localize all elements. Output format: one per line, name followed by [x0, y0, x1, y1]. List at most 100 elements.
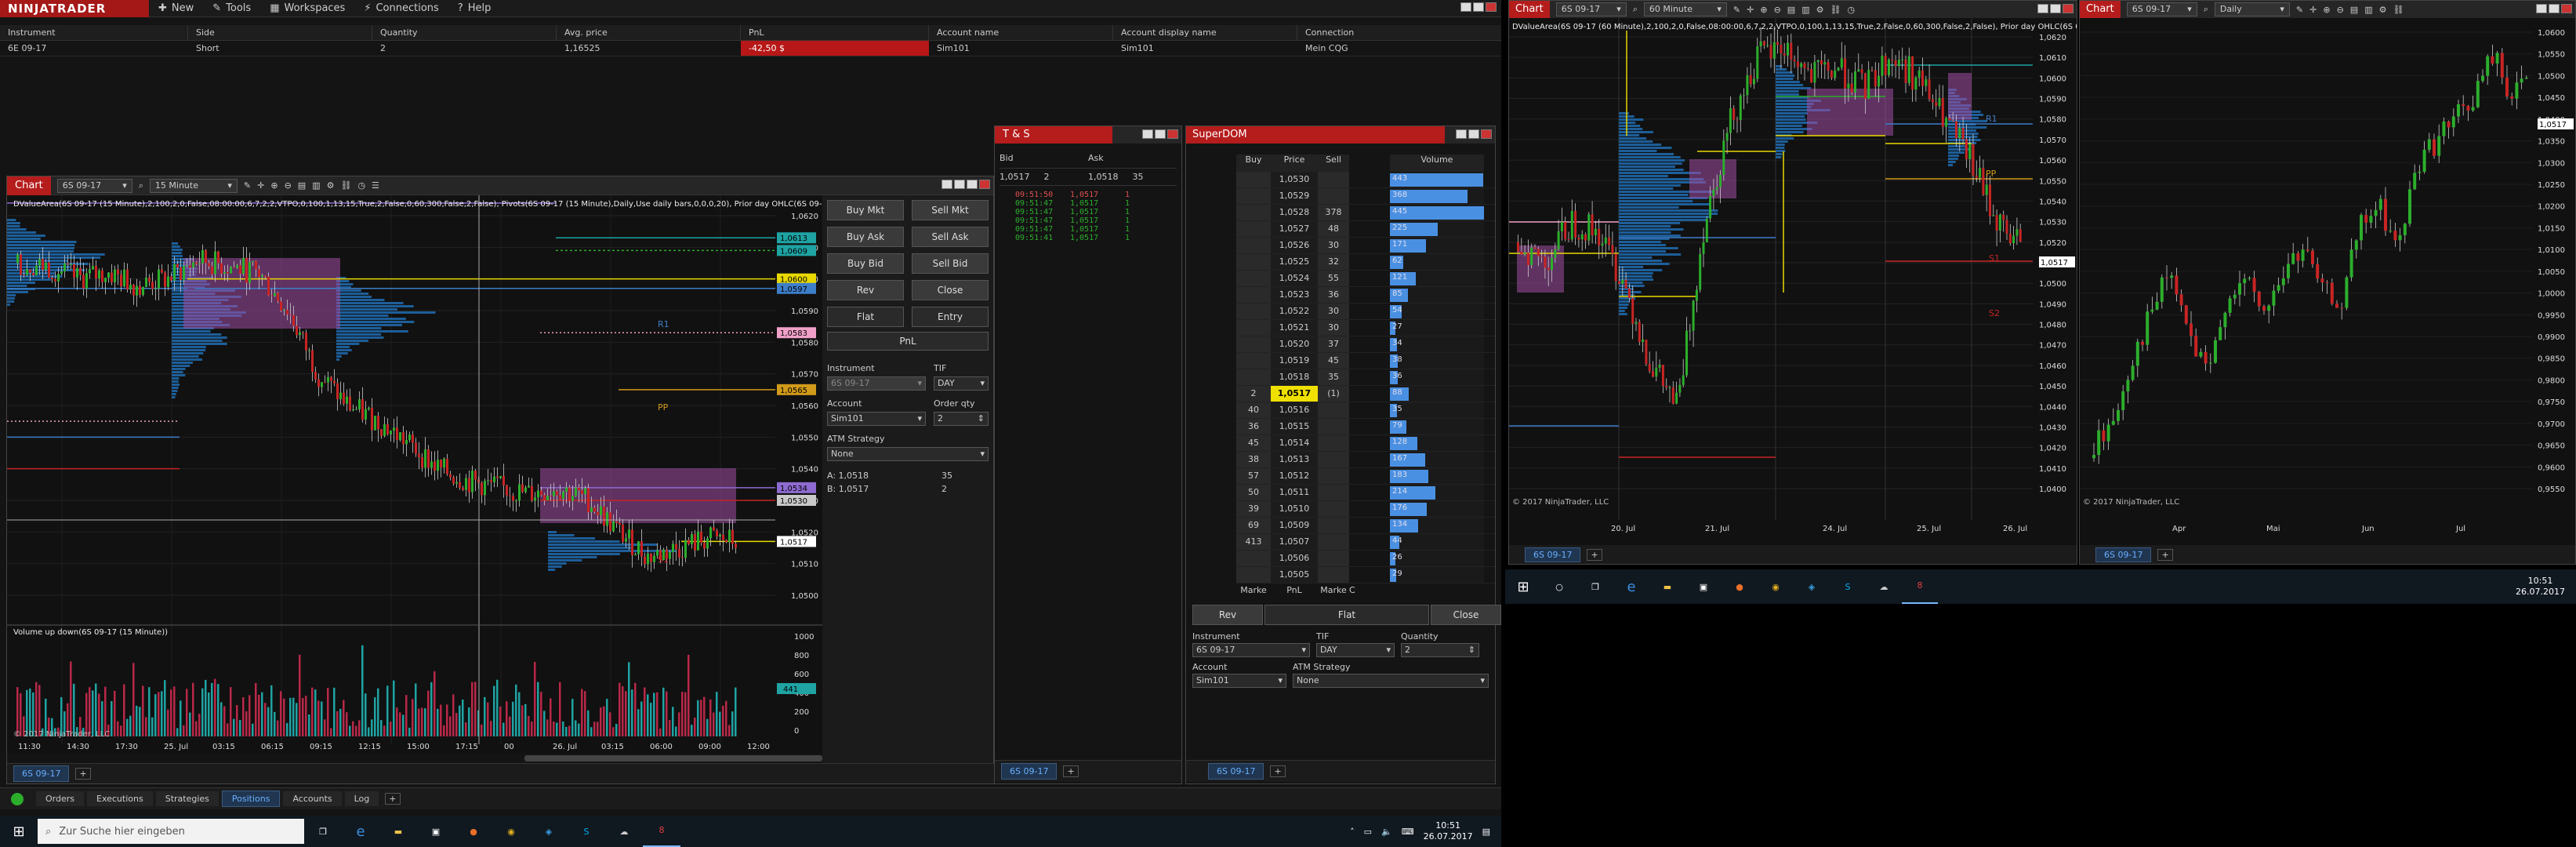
buy-market-button[interactable]: Buy Mkt	[827, 200, 904, 220]
minimize-icon[interactable]	[942, 180, 952, 189]
search-icon[interactable]: ⌕	[139, 180, 143, 191]
dom-row[interactable]: 69 1,0509 134	[1236, 518, 1495, 534]
instrument-select[interactable]: 6S 09-17 ▾	[827, 376, 926, 391]
close-icon[interactable]	[979, 180, 990, 189]
col-side[interactable]: Side	[188, 25, 372, 40]
chart3-window-controls[interactable]	[2534, 3, 2572, 16]
ninjatrader-taskbar-icon[interactable]: 8	[643, 816, 680, 847]
dom-sell-cell[interactable]: (1)	[1318, 386, 1349, 402]
bars-icon[interactable]: ▥	[1801, 5, 1809, 15]
zoom-out-icon[interactable]: ⊖	[1774, 5, 1781, 15]
dom-atm-select[interactable]: None ▾	[1293, 674, 1489, 688]
dom-row[interactable]: 39 1,0510 176	[1236, 501, 1495, 518]
zoom-out-icon[interactable]: ⊖	[2337, 5, 2344, 15]
dom-row[interactable]: 1,0530 443	[1236, 172, 1495, 188]
zoom-out-icon[interactable]: ⊖	[285, 180, 292, 191]
dom-row[interactable]: 45 1,0514 128	[1236, 435, 1495, 452]
dom-sell-cell[interactable]	[1318, 172, 1349, 187]
menu-help[interactable]: ? Help	[448, 0, 501, 16]
dom-sell-cell[interactable]: 30	[1318, 320, 1349, 336]
bars-icon[interactable]: ▥	[312, 180, 320, 191]
menu-tools[interactable]: ✎ Tools	[203, 0, 260, 16]
dom-buy-cell[interactable]	[1236, 221, 1271, 237]
dom-row[interactable]: 413 1,0507 44	[1236, 534, 1495, 551]
taskbar-right-time[interactable]: 10:51	[2516, 576, 2565, 587]
dom-row[interactable]: 1,0505 29	[1236, 567, 1495, 583]
explorer-icon[interactable]: ▬	[379, 827, 417, 837]
app-icon[interactable]: ◈	[530, 827, 568, 837]
col-instrument[interactable]: Instrument	[0, 25, 188, 40]
network-app-icon[interactable]: ☁	[605, 827, 643, 837]
chart3-plot[interactable]: © 2017 NinjaTrader, LLC 1,0600 1,0550 1,05…	[2080, 18, 2575, 543]
network-app-icon[interactable]: ☁	[1866, 582, 1902, 592]
crosshair-icon[interactable]: ✛	[2309, 5, 2317, 15]
dom-buy-cell[interactable]	[1236, 287, 1271, 303]
task-view-icon[interactable]: ❐	[1577, 582, 1613, 592]
dom-sell-cell[interactable]	[1318, 188, 1349, 204]
dom-sell-cell[interactable]: 55	[1318, 271, 1349, 286]
sell-market-button[interactable]: Sell Mkt	[912, 200, 989, 220]
dom-buy-cell[interactable]: 2	[1236, 386, 1271, 402]
strategy-icon[interactable]: ⚙	[1816, 5, 1824, 15]
attach-icon[interactable]: ⛓	[1830, 5, 1841, 15]
properties-icon[interactable]: ▤	[298, 180, 306, 191]
dom-row[interactable]: 1,0525 32 62	[1236, 254, 1495, 271]
firefox-icon[interactable]: ●	[455, 827, 492, 837]
bars-icon[interactable]: ▥	[2364, 5, 2372, 15]
strategy-icon[interactable]: ⚙	[2379, 5, 2387, 15]
taskbar-date[interactable]: 26.07.2017	[1424, 831, 1473, 842]
dom-buy-cell[interactable]	[1236, 188, 1271, 204]
properties-icon[interactable]: ▤	[2350, 5, 2358, 15]
dom-buy-cell[interactable]: 69	[1236, 518, 1271, 533]
col-account-display[interactable]: Account display name	[1113, 25, 1297, 40]
ts-tab[interactable]: 6S 09-17	[1001, 763, 1058, 780]
skype-icon[interactable]: S	[1830, 582, 1866, 592]
minimize-icon[interactable]	[1460, 2, 1471, 12]
superdom-window-controls[interactable]	[1454, 129, 1492, 141]
chart2-interval-select[interactable]: 60 Minute ▾	[1643, 2, 1727, 16]
buy-bid-button[interactable]: Buy Bid	[827, 253, 904, 274]
col-quantity[interactable]: Quantity	[372, 25, 557, 40]
sell-bid-button[interactable]: Sell Bid	[912, 253, 989, 274]
dom-sell-cell[interactable]: 30	[1318, 304, 1349, 319]
chrome-icon[interactable]: ◉	[1758, 582, 1794, 592]
close-icon[interactable]	[2561, 3, 2572, 13]
dom-buy-cell[interactable]: 50	[1236, 485, 1271, 500]
dom-buy-cell[interactable]: 45	[1236, 435, 1271, 451]
dom-row[interactable]: 1,0523 36 85	[1236, 287, 1495, 304]
dom-buy-cell[interactable]: 38	[1236, 452, 1271, 467]
dom-row[interactable]: 36 1,0515 79	[1236, 419, 1495, 435]
dom-row[interactable]: 1,0526 30 171	[1236, 238, 1495, 254]
maximize-icon[interactable]	[1155, 129, 1166, 139]
windows-start-icon[interactable]: ⊞	[1505, 579, 1541, 595]
chart1-instrument-select[interactable]: 6S 09-17 ▾	[56, 178, 132, 193]
attach-icon[interactable]: ⛓	[2393, 5, 2404, 15]
add-tab-icon[interactable]: +	[1270, 765, 1286, 777]
chart2-plot[interactable]: DValueArea(6S 09-17 (60 Minute),2,100,2,…	[1509, 18, 2077, 543]
edge-icon[interactable]: e	[342, 823, 379, 840]
tab-positions[interactable]: Positions	[221, 791, 281, 807]
dom-buy-cell[interactable]: 57	[1236, 468, 1271, 484]
tab-log[interactable]: Log	[344, 791, 379, 806]
dom-sell-cell[interactable]: 37	[1318, 336, 1349, 352]
tab-orders[interactable]: Orders	[36, 791, 84, 806]
dom-sell-cell[interactable]: 36	[1318, 287, 1349, 303]
close-icon[interactable]	[2063, 3, 2073, 13]
list-icon[interactable]: ☰	[372, 180, 379, 191]
col-connection[interactable]: Connection	[1297, 25, 1501, 40]
maximize-icon[interactable]	[1468, 129, 1479, 139]
windows-start-icon[interactable]: ⊞	[0, 823, 38, 840]
crosshair-icon[interactable]: ✛	[1747, 5, 1754, 15]
minimize-icon[interactable]	[1456, 129, 1467, 139]
col-pnl[interactable]: PnL	[741, 25, 929, 40]
chart1-tab[interactable]: 6S 09-17	[13, 765, 70, 782]
chart3-interval-select[interactable]: Daily ▾	[2214, 2, 2290, 16]
firefox-icon[interactable]: ●	[1722, 582, 1758, 592]
dom-reverse-button[interactable]: Rev	[1192, 605, 1263, 625]
dom-buy-cell[interactable]	[1236, 551, 1271, 566]
dom-buy-cell[interactable]	[1236, 238, 1271, 253]
dom-account-select[interactable]: Sim101 ▾	[1192, 674, 1286, 688]
search-icon[interactable]: ⌕	[2204, 4, 2208, 15]
maximize-icon[interactable]	[954, 180, 965, 189]
add-tab-icon[interactable]: +	[385, 793, 401, 805]
